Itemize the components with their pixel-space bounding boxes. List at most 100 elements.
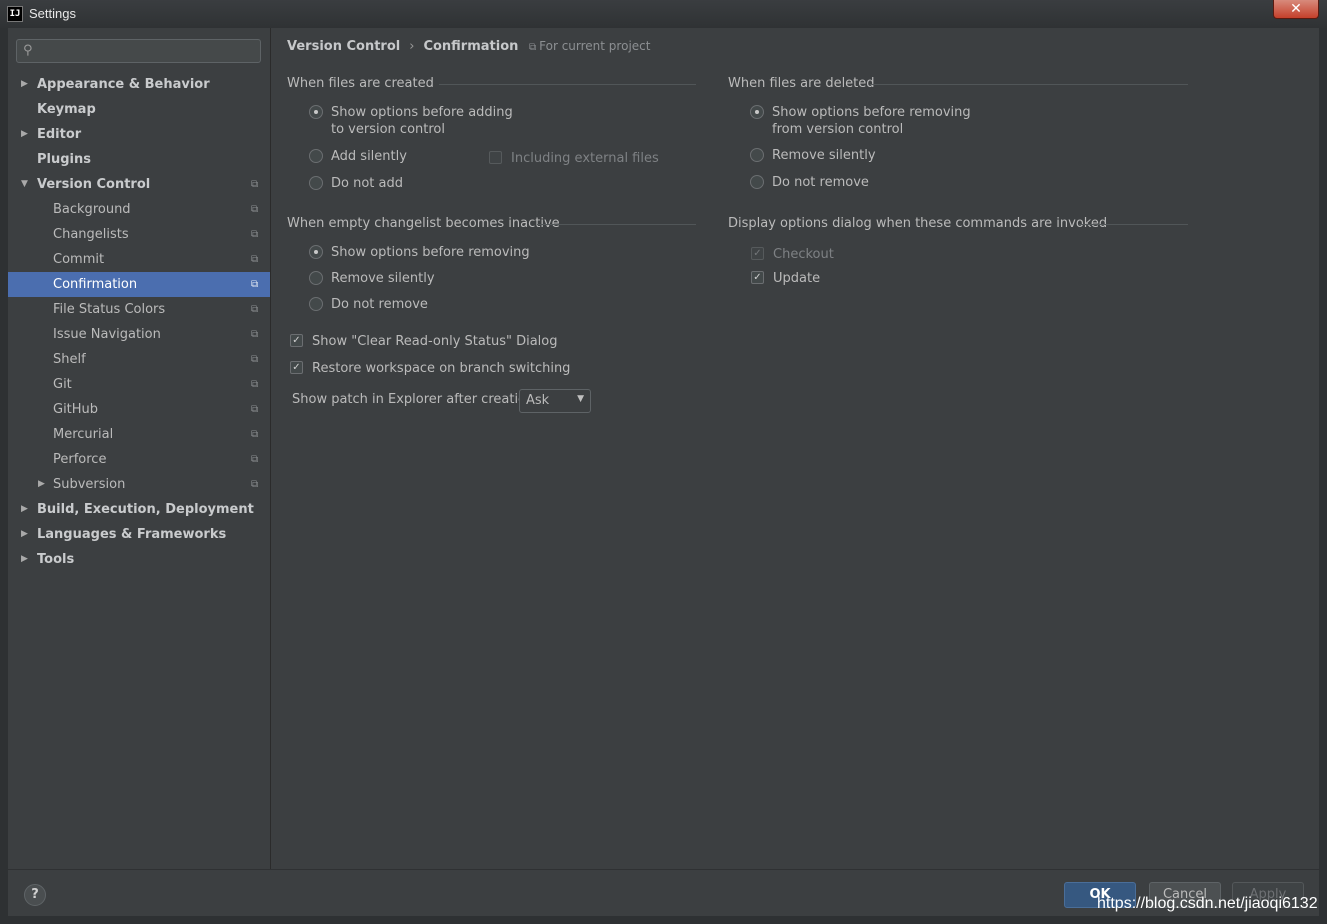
patch-explorer-label: Show patch in Explorer after creation: <box>292 392 539 407</box>
sidebar-item-changelists[interactable]: Changelists ⧉ <box>8 222 270 247</box>
checkbox[interactable]: ✓ <box>751 247 764 260</box>
sidebar-item-label: Background <box>53 202 131 217</box>
sidebar-item-issue-navigation[interactable]: Issue Navigation ⧉ <box>8 322 270 347</box>
window-frame-bottom <box>0 916 1327 924</box>
app-icon: IJ <box>7 6 23 22</box>
sidebar-item-label: Tools <box>37 552 75 567</box>
radio-label: Show options before removing from version… <box>772 105 971 137</box>
radio-button[interactable] <box>309 271 323 285</box>
breadcrumb-separator: › <box>409 39 415 54</box>
project-icon: ⧉ <box>251 254 259 265</box>
sidebar-item-subversion[interactable]: ▶ Subversion ⧉ <box>8 472 270 497</box>
project-icon: ⧉ <box>251 329 259 340</box>
sidebar-item-perforce[interactable]: Perforce ⧉ <box>8 447 270 472</box>
project-icon: ⧉ <box>251 204 259 215</box>
title-bar: IJ Settings ✕ <box>0 0 1327 28</box>
settings-sidebar: ⚲ ▶ Appearance & Behavior Keymap ▶ Editor Plu… <box>8 28 271 869</box>
close-button[interactable]: ✕ <box>1273 0 1319 19</box>
radio-label: Remove silently <box>331 271 435 286</box>
sidebar-item-label: Mercurial <box>53 427 114 442</box>
group-separator <box>870 84 1188 85</box>
sidebar-item-background[interactable]: Background ⧉ <box>8 197 270 222</box>
sidebar-item-commit[interactable]: Commit ⧉ <box>8 247 270 272</box>
sidebar-item-keymap[interactable]: Keymap <box>8 97 270 122</box>
checkbox[interactable]: ✓ <box>751 271 764 284</box>
sidebar-item-appearance-behavior[interactable]: ▶ Appearance & Behavior <box>8 72 270 97</box>
help-button[interactable]: ? <box>24 884 46 906</box>
checkbox-label: Including external files <box>511 151 659 166</box>
breadcrumb-current: Confirmation <box>423 39 519 54</box>
radio-button[interactable] <box>309 176 323 190</box>
sidebar-item-build-execution-deployment[interactable]: ▶ Build, Execution, Deployment <box>8 497 270 522</box>
sidebar-item-shelf[interactable]: Shelf ⧉ <box>8 347 270 372</box>
sidebar-item-tools[interactable]: ▶ Tools <box>8 547 270 572</box>
sidebar-item-languages-frameworks[interactable]: ▶ Languages & Frameworks <box>8 522 270 547</box>
sidebar-item-label: Subversion <box>53 477 126 492</box>
sidebar-item-mercurial[interactable]: Mercurial ⧉ <box>8 422 270 447</box>
radio-button[interactable] <box>750 175 764 189</box>
radio-button[interactable] <box>309 105 323 119</box>
patch-explorer-select[interactable]: Ask ▼ <box>519 389 591 413</box>
chevron-right-icon[interactable]: ▶ <box>21 497 28 522</box>
sidebar-item-version-control[interactable]: ▼ Version Control ⧉ <box>8 172 270 197</box>
sidebar-item-confirmation[interactable]: Confirmation ⧉ <box>8 272 270 297</box>
project-icon: ⧉ <box>251 379 259 390</box>
main-panel: Version Control › Confirmation ⧉ For curren… <box>271 28 1319 869</box>
sidebar-item-label: File Status Colors <box>53 302 166 317</box>
project-icon: ⧉ <box>251 454 259 465</box>
sidebar-item-label: Changelists <box>53 227 129 242</box>
sidebar-item-label: Confirmation <box>53 277 138 292</box>
search-icon: ⚲ <box>23 43 33 58</box>
chevron-right-icon[interactable]: ▶ <box>21 122 28 147</box>
radio-label: Remove silently <box>772 148 876 163</box>
sidebar-item-editor[interactable]: ▶ Editor <box>8 122 270 147</box>
radio-button[interactable] <box>750 148 764 162</box>
project-icon: ⧉ <box>251 229 259 240</box>
sidebar-item-label: Appearance & Behavior <box>37 77 210 92</box>
sidebar-item-label: Git <box>53 377 72 392</box>
radio-label: Do not add <box>331 176 403 191</box>
chevron-right-icon[interactable]: ▶ <box>21 547 28 572</box>
search-input[interactable]: ⚲ <box>16 39 261 63</box>
radio-label: Show options before removing <box>331 245 530 260</box>
chevron-down-icon[interactable]: ▼ <box>21 172 28 197</box>
sidebar-item-label: Build, Execution, Deployment <box>37 502 254 517</box>
chevron-right-icon[interactable]: ▶ <box>21 72 28 97</box>
chevron-right-icon[interactable]: ▶ <box>38 472 45 497</box>
group-separator <box>1079 224 1188 225</box>
project-icon: ⧉ <box>251 304 259 315</box>
select-value: Ask <box>526 393 550 408</box>
chevron-down-icon: ▼ <box>577 394 584 404</box>
sidebar-item-git[interactable]: Git ⧉ <box>8 372 270 397</box>
sidebar-item-label: GitHub <box>53 402 99 417</box>
sidebar-item-label: Languages & Frameworks <box>37 527 227 542</box>
files-created-title: When files are created <box>287 76 434 91</box>
settings-tree: ▶ Appearance & Behavior Keymap ▶ Editor Plugi… <box>8 72 270 572</box>
chevron-right-icon[interactable]: ▶ <box>21 522 28 547</box>
breadcrumb-parent[interactable]: Version Control <box>287 39 400 54</box>
dialog-commands-title: Display options dialog when these comman… <box>728 216 1108 231</box>
sidebar-item-github[interactable]: GitHub ⧉ <box>8 397 270 422</box>
sidebar-item-label: Perforce <box>53 452 107 467</box>
sidebar-item-label: Shelf <box>53 352 86 367</box>
project-icon: ⧉ <box>251 179 259 190</box>
watermark: https://blog.csdn.net/jiaoqi6132 <box>1097 895 1318 912</box>
checkbox-label: Update <box>773 271 821 286</box>
sidebar-item-plugins[interactable]: Plugins <box>8 147 270 172</box>
radio-button[interactable] <box>309 245 323 259</box>
changelist-inactive-title: When empty changelist becomes inactive <box>287 216 560 231</box>
sidebar-item-file-status-colors[interactable]: File Status Colors ⧉ <box>8 297 270 322</box>
project-icon: ⧉ <box>251 479 259 490</box>
radio-label: Add silently <box>331 149 407 164</box>
radio-button[interactable] <box>750 105 764 119</box>
sidebar-item-label: Editor <box>37 127 82 142</box>
sidebar-item-label: Plugins <box>37 152 91 167</box>
sidebar-item-label: Issue Navigation <box>53 327 161 342</box>
checkbox[interactable] <box>489 151 502 164</box>
radio-button[interactable] <box>309 297 323 311</box>
checkbox[interactable]: ✓ <box>290 334 303 347</box>
project-icon: ⧉ <box>529 42 537 53</box>
sidebar-item-label: Version Control <box>37 177 151 192</box>
checkbox[interactable]: ✓ <box>290 361 303 374</box>
radio-button[interactable] <box>309 149 323 163</box>
